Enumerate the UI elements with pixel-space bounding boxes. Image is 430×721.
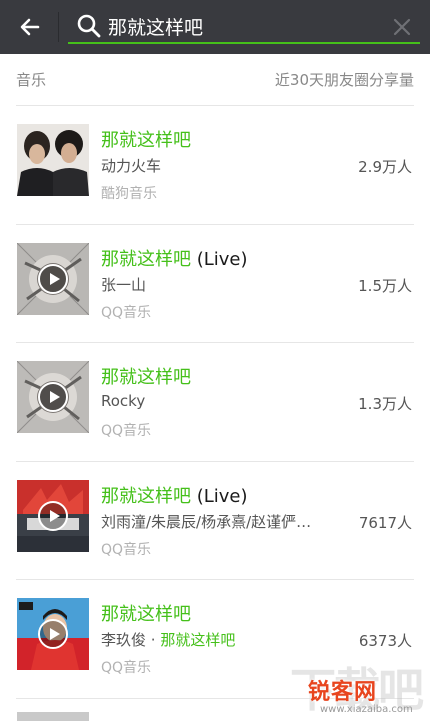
list-item[interactable]: 那就这样吧 动力火车 酷狗音乐 2.9万人	[16, 106, 414, 225]
song-source: QQ音乐	[101, 660, 152, 676]
song-source: 酷狗音乐	[101, 186, 157, 202]
play-icon	[38, 263, 68, 294]
song-artist: 张一山	[101, 275, 147, 294]
list-item[interactable]: 那就这样吧 (Live) 张一山 QQ音乐 1.5万人	[16, 225, 414, 343]
watermark-url: www.xiazaiba.com	[320, 704, 413, 715]
section-header: 音乐 近30天朋友圈分享量	[16, 54, 414, 106]
song-source: QQ音乐	[101, 304, 152, 321]
album-cover	[17, 479, 89, 552]
clear-search-button[interactable]	[388, 13, 416, 41]
share-count: 7617人	[358, 513, 412, 532]
song-title: 那就这样吧 (Live)	[101, 248, 248, 270]
share-count: 1.3万人	[358, 395, 412, 413]
section-share-label: 近30天朋友圈分享量	[274, 71, 414, 89]
toolbar-divider	[58, 12, 59, 42]
share-count: 2.9万人	[358, 158, 412, 176]
play-icon	[38, 500, 68, 531]
search-input[interactable]	[108, 10, 378, 42]
song-artist: Rocky	[101, 392, 146, 410]
song-title: 那就这样吧	[101, 130, 191, 151]
back-button[interactable]	[12, 9, 48, 45]
song-artist: 刘雨潼/朱晨辰/杨承熹/赵谨俨…	[101, 512, 312, 531]
song-title: 那就这样吧	[101, 367, 191, 388]
share-count: 1.5万人	[358, 276, 412, 295]
results-list: 那就这样吧 动力火车 酷狗音乐 2.9万人 那就这样吧 (Live) 张一山 Q…	[0, 106, 430, 699]
song-title: 那就这样吧 (Live)	[101, 485, 248, 507]
song-title: 那就这样吧	[101, 604, 191, 625]
album-cover	[17, 124, 89, 196]
section-title: 音乐	[16, 71, 47, 89]
list-item[interactable]: 那就这样吧 李玖俊 · 那就这样吧 QQ音乐 6373人	[16, 580, 414, 699]
play-icon	[38, 619, 68, 649]
album-cover	[17, 242, 89, 315]
song-artist: 动力火车	[101, 157, 162, 175]
list-item[interactable]: 那就这样吧 (Live) 刘雨潼/朱晨辰/杨承熹/赵谨俨… QQ音乐 7617人	[16, 462, 414, 580]
album-cover-partial	[17, 712, 89, 721]
list-item[interactable]: 那就这样吧 Rocky QQ音乐 1.3万人	[16, 343, 414, 462]
share-count: 6373人	[358, 632, 412, 650]
album-cover	[17, 361, 89, 433]
search-bar	[0, 0, 430, 54]
song-artist: 李玖俊 · 那就这样吧	[101, 631, 236, 649]
search-icon	[77, 14, 101, 38]
song-source: QQ音乐	[101, 423, 152, 439]
search-input-underline	[68, 42, 420, 44]
play-icon	[38, 382, 68, 412]
close-icon	[393, 18, 411, 36]
song-source: QQ音乐	[101, 541, 152, 558]
album-cover	[17, 598, 89, 670]
arrow-left-icon	[20, 18, 40, 36]
